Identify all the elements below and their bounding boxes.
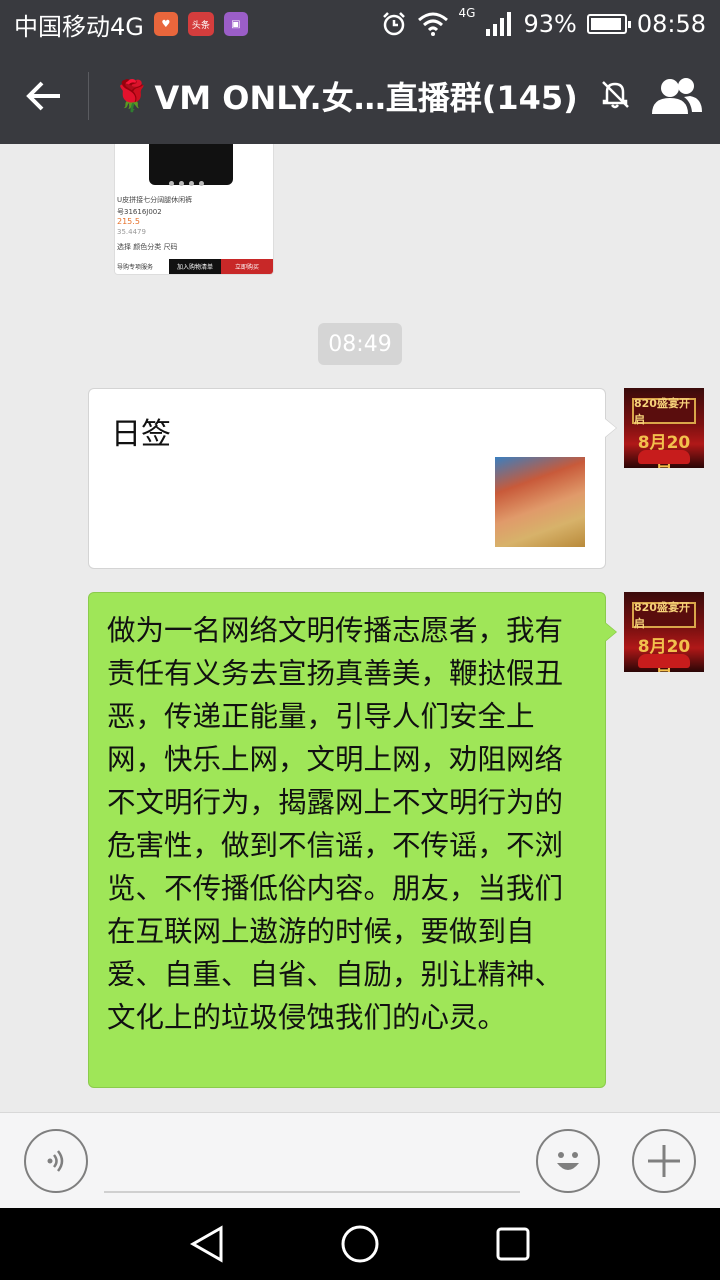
message-text: 做为一名网络文明传播志愿者，我有责任有义务去宣扬真善美，鞭挞假丑恶，传递正能量，… — [107, 614, 564, 1034]
input-bar — [0, 1112, 720, 1208]
nav-recents-button[interactable] — [477, 1208, 549, 1280]
chat-title: 🌹 VM ONLY.女…直播群(145) — [113, 73, 578, 119]
emoji-button[interactable] — [536, 1129, 600, 1193]
arrow-left-icon — [26, 81, 61, 111]
mute-bell-icon — [598, 77, 632, 115]
voice-icon — [47, 1150, 64, 1172]
avatar-car-shape — [638, 654, 690, 668]
header-divider — [88, 72, 90, 120]
avatar-car-shape — [638, 450, 690, 464]
product-screenshot-image[interactable]: U皮拼接七分阔腿休闲裤 号31616J002 215.5 35.4479 选择 … — [114, 144, 274, 275]
network-type-label: 4G — [458, 6, 476, 20]
gallery-app-icon: ▣ — [223, 12, 248, 36]
product-code: 号31616J002 — [117, 208, 162, 216]
chat-header: 🌹 VM ONLY.女…直播群(145) — [0, 48, 720, 144]
battery-percent: 93% — [523, 10, 577, 38]
alarm-icon — [382, 12, 405, 36]
voice-button[interactable] — [24, 1129, 88, 1193]
add-to-list-label: 加入购物清单 — [169, 259, 221, 274]
product-option: 选择 颜色分类 尺码 — [117, 243, 178, 251]
heart-app-icon: ♥ — [153, 12, 178, 36]
group-members-button[interactable] — [632, 48, 720, 144]
avatar-banner: 820盛宴开启 — [632, 397, 696, 426]
rose-emoji: 🌹 — [113, 78, 151, 114]
carrier-label: 中国移动4G — [14, 12, 144, 41]
chat-title-text: VM ONLY.女…直播群(145) — [154, 79, 578, 117]
service-label: 导购专项服务 — [115, 259, 169, 274]
circle-home-icon — [341, 1225, 379, 1263]
plus-icon — [648, 1145, 680, 1177]
triangle-back-icon — [189, 1225, 223, 1263]
link-card-message[interactable]: 日签 — [88, 388, 617, 569]
product-name: U皮拼接七分阔腿休闲裤 — [117, 196, 193, 204]
avatar[interactable]: 820盛宴开启 8月20日 — [624, 388, 704, 468]
battery-icon — [586, 14, 631, 34]
toutiao-app-icon: 头条 — [187, 12, 214, 36]
message-timestamp: 08:49 — [318, 323, 402, 365]
clock: 08:58 — [636, 10, 706, 38]
back-button[interactable] — [0, 48, 88, 144]
card-title: 日签 — [111, 417, 171, 452]
card-thumbnail — [495, 457, 585, 547]
avatar[interactable]: 820盛宴开启 8月20日 — [624, 592, 704, 672]
nav-home-button[interactable] — [324, 1208, 396, 1280]
buy-now-label: 立即购买 — [221, 259, 273, 274]
wifi-icon — [417, 12, 448, 36]
square-recents-icon — [496, 1227, 530, 1261]
status-left: 中国移动4G ♥ 头条 ▣ — [14, 7, 248, 42]
product-image — [149, 144, 233, 185]
avatar-banner: 820盛宴开启 — [632, 601, 696, 630]
group-icon — [651, 78, 702, 114]
product-footer: 导购专项服务 加入购物清单 立即购买 — [115, 259, 273, 274]
system-nav-bar — [0, 1208, 720, 1280]
message-input[interactable] — [104, 1133, 520, 1193]
product-price: 215.5 — [117, 217, 140, 226]
product-old-price: 35.4479 — [117, 228, 146, 236]
chat-message-list[interactable]: U皮拼接七分阔腿休闲裤 号31616J002 215.5 35.4479 选择 … — [0, 144, 720, 1112]
status-right: 4G 93% 08:58 — [381, 6, 706, 38]
text-message-bubble[interactable]: 做为一名网络文明传播志愿者，我有责任有义务去宣扬真善美，鞭挞假丑恶，传递正能量，… — [88, 592, 617, 1088]
status-bar: 中国移动4G ♥ 头条 ▣ 4G 93% 08:58 — [0, 0, 720, 48]
nav-back-button[interactable] — [171, 1208, 243, 1280]
carousel-dots — [169, 181, 204, 186]
more-button[interactable] — [632, 1129, 696, 1193]
smiley-icon — [557, 1152, 579, 1170]
signal-icon — [486, 12, 512, 36]
